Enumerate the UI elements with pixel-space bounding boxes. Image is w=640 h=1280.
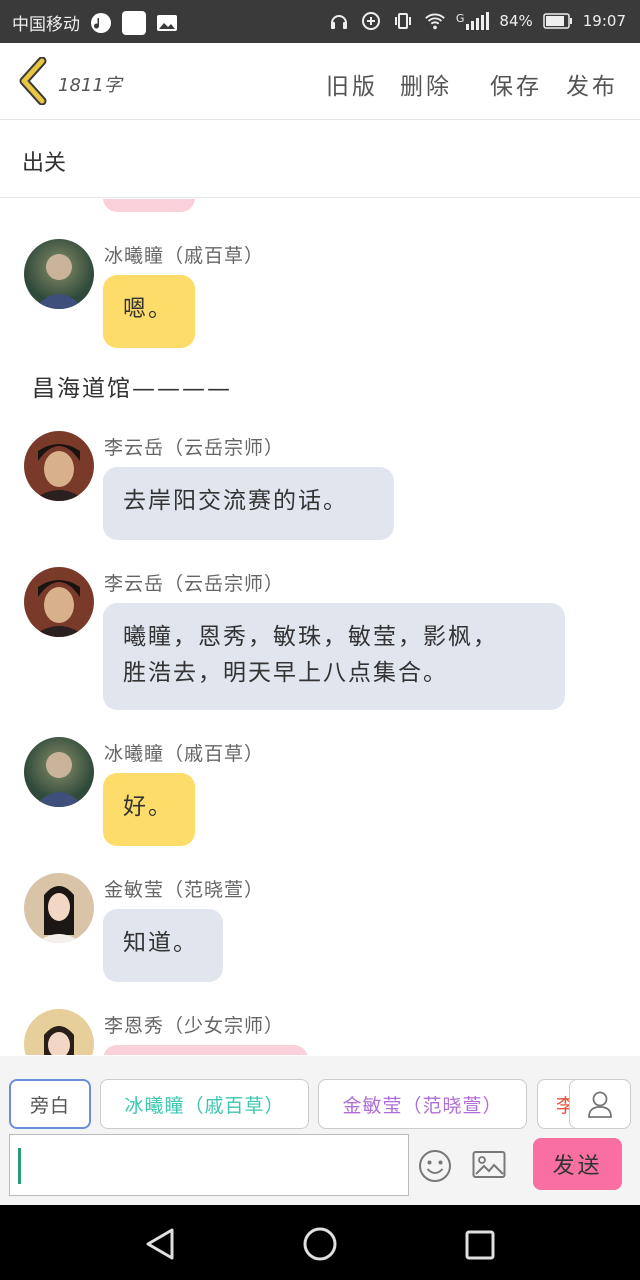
scene-heading[interactable]: 昌海道馆———— [32, 369, 232, 403]
delete-button[interactable]: 删除 [400, 67, 452, 101]
message-bubble[interactable]: 曦瞳，恩秀，敏珠，敏莹，影枫， 胜浩去，明天早上八点集合。 [103, 603, 565, 710]
avatar[interactable] [24, 239, 94, 309]
speaker-name: 冰曦瞳（戚百草） [104, 743, 265, 765]
composer-panel: 旁白 冰曦瞳（戚百草） 金敏莹（范晓萱） 李 发送 [0, 1056, 640, 1205]
editor-toolbar: 1811字 旧版 删除 保存 发布 [0, 43, 640, 120]
wifi-icon [424, 10, 446, 32]
home-circle-icon[interactable] [302, 1226, 338, 1262]
speaker-name: 李云岳（云岳宗师） [104, 437, 285, 459]
speaker-name: 冰曦瞳（戚百草） [104, 245, 265, 267]
data-saver-icon [360, 10, 382, 32]
text-caret [18, 1148, 21, 1184]
message-text: 好。 [123, 794, 173, 820]
emoji-icon [419, 1150, 451, 1182]
speaker-name: 金敏莹（范晓萱） [104, 879, 265, 901]
signal-icon: G [456, 12, 490, 30]
chapter-title: 出关 [22, 151, 67, 176]
avatar[interactable] [24, 567, 94, 637]
message-text: 嗯。 [123, 296, 173, 322]
role-chip-label: 旁白 [29, 1094, 70, 1117]
send-button[interactable]: 发送 [533, 1138, 622, 1190]
message-text-line: 曦瞳，恩秀，敏珠，敏莹，影枫， [123, 624, 498, 650]
message-text-line: 胜浩去，明天早上八点集合。 [123, 660, 448, 686]
role-chip-narrator[interactable]: 旁白 [9, 1079, 91, 1129]
message-text: 去岸阳交流赛的话。 [123, 488, 348, 514]
recents-square-icon[interactable] [465, 1230, 495, 1260]
picture-icon [472, 1151, 506, 1178]
avatar[interactable] [24, 873, 94, 943]
message-bubble[interactable]: 知道。 [103, 909, 223, 982]
role-chip-label: 冰曦瞳（戚百草） [124, 1094, 285, 1117]
message-bubble-partial[interactable] [103, 199, 195, 212]
image-icon [156, 12, 178, 34]
vibrate-icon [392, 10, 414, 32]
avatar[interactable] [24, 737, 94, 807]
save-button[interactable]: 保存 [490, 67, 542, 101]
role-chip[interactable]: 冰曦瞳（戚百草） [100, 1079, 309, 1129]
person-icon [588, 1091, 612, 1118]
word-count: 1811字 [58, 75, 122, 96]
emoji-button[interactable] [418, 1149, 452, 1183]
status-bar: 中国移动 G 84% 19:07 [0, 0, 640, 43]
battery-percent: 84% [499, 12, 533, 30]
old-version-button[interactable]: 旧版 [326, 67, 378, 101]
back-triangle-icon[interactable] [144, 1227, 176, 1261]
image-button[interactable] [472, 1150, 506, 1180]
role-chip-label: 金敏莹（范晓萱） [342, 1094, 503, 1117]
message-input[interactable] [9, 1134, 409, 1196]
message-bubble[interactable]: 嗯。 [103, 275, 195, 348]
carrier-label: 中国移动 [12, 15, 80, 35]
message-text: 知道。 [123, 930, 198, 956]
back-button[interactable] [14, 56, 54, 106]
message-bubble[interactable]: 好。 [103, 773, 195, 846]
battery-icon [543, 10, 573, 32]
music-icon [90, 12, 112, 34]
role-manager-button[interactable] [569, 1079, 631, 1129]
avatar[interactable] [24, 1009, 94, 1055]
speaker-name: 李恩秀（少女宗师） [104, 1015, 285, 1037]
publish-button[interactable]: 发布 [566, 67, 618, 101]
headphone-icon [328, 10, 350, 32]
chat-area[interactable]: 冰曦瞳（戚百草） 嗯。 昌海道馆———— 李云岳（云岳宗师） 去岸阳交流赛的话。… [0, 199, 640, 1055]
speaker-name: 李云岳（云岳宗师） [104, 573, 285, 595]
chapter-title-field[interactable]: 出关 [0, 121, 640, 198]
avatar[interactable] [24, 431, 94, 501]
app-notification-icon [122, 10, 146, 35]
clock: 19:07 [582, 12, 626, 30]
message-bubble[interactable] [103, 1045, 308, 1055]
network-type-label: G [455, 12, 465, 25]
message-bubble[interactable]: 去岸阳交流赛的话。 [103, 467, 394, 540]
send-label: 发送 [552, 1154, 603, 1179]
role-chip[interactable]: 金敏莹（范晓萱） [318, 1079, 527, 1129]
chevron-left-icon [19, 56, 47, 106]
system-nav-bar [0, 1205, 640, 1280]
